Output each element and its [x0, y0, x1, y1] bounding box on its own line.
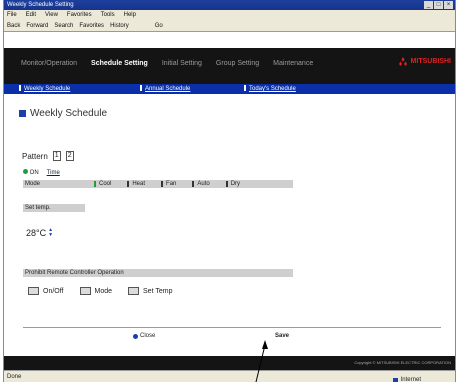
annotation-arrow	[255, 340, 268, 382]
